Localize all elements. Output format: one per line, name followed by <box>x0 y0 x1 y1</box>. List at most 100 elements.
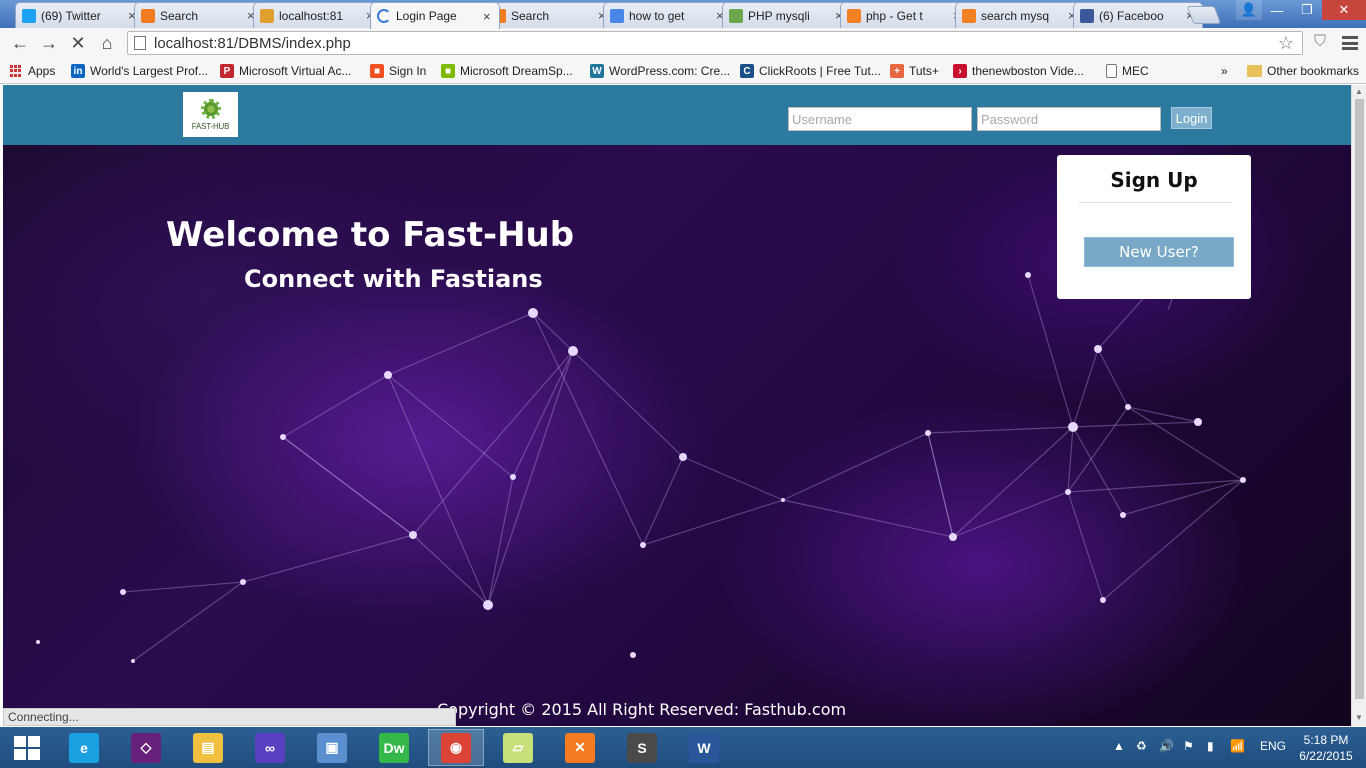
tab-title: Login Page <box>396 9 457 23</box>
taskbar-app[interactable]: Dw <box>366 729 422 766</box>
browser-tab-strip: (69) Twitter×Search×localhost:81×Login P… <box>0 0 1366 29</box>
word-icon: W <box>689 732 719 763</box>
close-window-button[interactable]: ✕ <box>1322 0 1366 20</box>
volume-icon[interactable]: 🔊 <box>1159 739 1174 753</box>
bookmark-label: ClickRoots | Free Tut... <box>759 64 881 78</box>
address-bar[interactable]: localhost:81/DBMS/index.php ☆ <box>127 31 1303 55</box>
xampp-icon <box>141 8 155 23</box>
language-indicator[interactable]: ENG <box>1260 739 1286 753</box>
w3schools-icon <box>729 8 743 23</box>
fast-hub-logo[interactable]: FAST-HUB <box>183 92 238 137</box>
new-tab-button[interactable] <box>1186 6 1222 24</box>
user-profile-icon[interactable]: 👤 <box>1236 0 1262 20</box>
taskbar-app[interactable]: ▱ <box>490 729 546 766</box>
scroll-down-arrow-icon[interactable]: ▼ <box>1355 713 1363 722</box>
show-hidden-icons-icon[interactable]: ▲ <box>1113 739 1125 753</box>
virtualbox-icon: ▣ <box>317 732 347 763</box>
browser-tab[interactable]: Search × <box>485 2 615 28</box>
bookmark-item[interactable]: MEC <box>1106 62 1149 80</box>
signup-panel: Sign Up New User? <box>1057 155 1251 299</box>
browser-tab[interactable]: how to get × <box>603 2 733 28</box>
browser-tab[interactable]: (6) Faceboo× <box>1073 2 1203 28</box>
tutsplus-icon: + <box>890 64 904 78</box>
dreamweaver-icon: Dw <box>379 732 409 763</box>
bookmark-star-icon[interactable]: ☆ <box>1278 33 1294 54</box>
taskbar-app[interactable]: e <box>56 729 112 766</box>
stackoverflow-icon <box>962 8 976 23</box>
shield-extension-icon[interactable]: ⛉ <box>1310 33 1330 53</box>
username-input[interactable] <box>788 107 972 131</box>
clock-time: 5:18 PM <box>1303 733 1349 747</box>
taskbar-app[interactable]: ✕ <box>552 729 608 766</box>
bookmark-item[interactable]: + Tuts+ <box>890 62 939 80</box>
signup-title: Sign Up <box>1110 168 1198 192</box>
taskbar-app[interactable]: ◇ <box>118 729 174 766</box>
sublime-text-icon: S <box>627 732 657 763</box>
sticky-notes-icon: ▱ <box>503 732 533 763</box>
browser-tab[interactable]: search mysq × <box>955 2 1085 28</box>
other-bookmarks-folder[interactable]: Other bookmarks <box>1247 62 1359 80</box>
welcome-heading: Welcome to Fast-Hub <box>166 215 575 255</box>
bookmark-item[interactable]: P Microsoft Virtual Ac... <box>220 62 351 80</box>
mva-icon: P <box>220 64 234 78</box>
logo-text: FAST-HUB <box>191 121 230 131</box>
browser-tab[interactable]: Login Page × <box>370 2 500 29</box>
taskbar-app[interactable]: ∞ <box>242 729 298 766</box>
battery-icon[interactable]: ▮ <box>1207 739 1214 753</box>
file-explorer-icon: ▤ <box>193 732 223 763</box>
taskbar-app[interactable]: W <box>676 729 732 766</box>
taskbar-app[interactable]: S <box>614 729 670 766</box>
bookmarks-overflow-button[interactable]: » <box>1221 62 1228 80</box>
bookmark-item[interactable]: in World's Largest Prof... <box>71 62 208 80</box>
taskbar-app[interactable]: ▤ <box>180 729 236 766</box>
taskbar-app[interactable]: ▣ <box>304 729 360 766</box>
xampp-icon: ✕ <box>565 732 595 763</box>
wifi-signal-icon[interactable]: 📶 <box>1230 739 1245 753</box>
browser-tab[interactable]: Search × <box>134 2 264 28</box>
bookmark-item[interactable]: W WordPress.com: Cre... <box>590 62 730 80</box>
browser-tab[interactable]: PHP mysqli × <box>722 2 852 28</box>
password-input[interactable] <box>977 107 1161 131</box>
windows-start-button[interactable] <box>14 736 40 760</box>
phpmyadmin-icon <box>260 8 274 23</box>
browser-tab[interactable]: (69) Twitter × <box>15 2 145 28</box>
bookmark-label: Tuts+ <box>909 64 939 78</box>
stackoverflow-icon <box>847 8 861 23</box>
bookmark-item[interactable]: ■ Sign In <box>370 62 426 80</box>
apps-label: Apps <box>28 64 56 78</box>
apps-shortcut[interactable]: Apps <box>10 62 55 80</box>
wordpress-icon: W <box>590 64 604 78</box>
windows-taskbar: e ◇ ▤ ∞ ▣ Dw ◉ ▱ ✕ S W ▲ ♻ 🔊 ⚑ ▮ 📶 ENG 5:18 PM 6/2… <box>0 727 1366 768</box>
action-center-flag-icon[interactable]: ⚑ <box>1183 739 1194 753</box>
tab-close-icon[interactable]: × <box>483 9 493 24</box>
login-button[interactable]: Login <box>1171 107 1212 129</box>
thenewboston-icon: › <box>953 64 967 78</box>
bookmark-item[interactable]: ■ Microsoft DreamSp... <box>441 62 573 80</box>
google-icon <box>610 8 624 23</box>
tab-title: PHP mysqli <box>748 8 810 23</box>
microsoft-icon: ■ <box>441 64 455 78</box>
system-clock[interactable]: 5:18 PM 6/22/2015 <box>1290 732 1362 764</box>
overflow-chevron-icon: » <box>1221 64 1228 78</box>
network-sync-icon[interactable]: ♻ <box>1136 739 1147 753</box>
tab-title: php - Get t <box>866 8 923 23</box>
home-icon[interactable]: ⌂ <box>96 33 118 53</box>
scroll-up-arrow-icon[interactable]: ▲ <box>1355 87 1363 96</box>
forward-arrow-icon[interactable]: → <box>38 33 60 53</box>
new-user-button[interactable]: New User? <box>1084 237 1234 267</box>
bookmark-item[interactable]: › thenewboston Vide... <box>953 62 1084 80</box>
chrome-menu-icon[interactable] <box>1342 36 1358 50</box>
taskbar-app[interactable]: ◉ <box>428 729 484 766</box>
browser-tab[interactable]: localhost:81× <box>253 2 383 28</box>
stop-loading-icon[interactable]: ✕ <box>67 33 89 53</box>
page-scrollbar[interactable]: ▲ ▼ <box>1351 85 1366 726</box>
bookmark-item[interactable]: C ClickRoots | Free Tut... <box>740 62 881 80</box>
minimize-button[interactable]: — <box>1262 0 1292 20</box>
loading-icon <box>377 9 391 23</box>
visual-studio-icon: ◇ <box>131 732 161 763</box>
maximize-button[interactable]: ❐ <box>1292 0 1322 20</box>
browser-tab[interactable]: php - Get t× <box>840 2 970 28</box>
tab-title: Search <box>511 8 550 23</box>
scrollbar-thumb[interactable] <box>1355 99 1364 699</box>
back-arrow-icon[interactable]: ← <box>9 33 31 53</box>
